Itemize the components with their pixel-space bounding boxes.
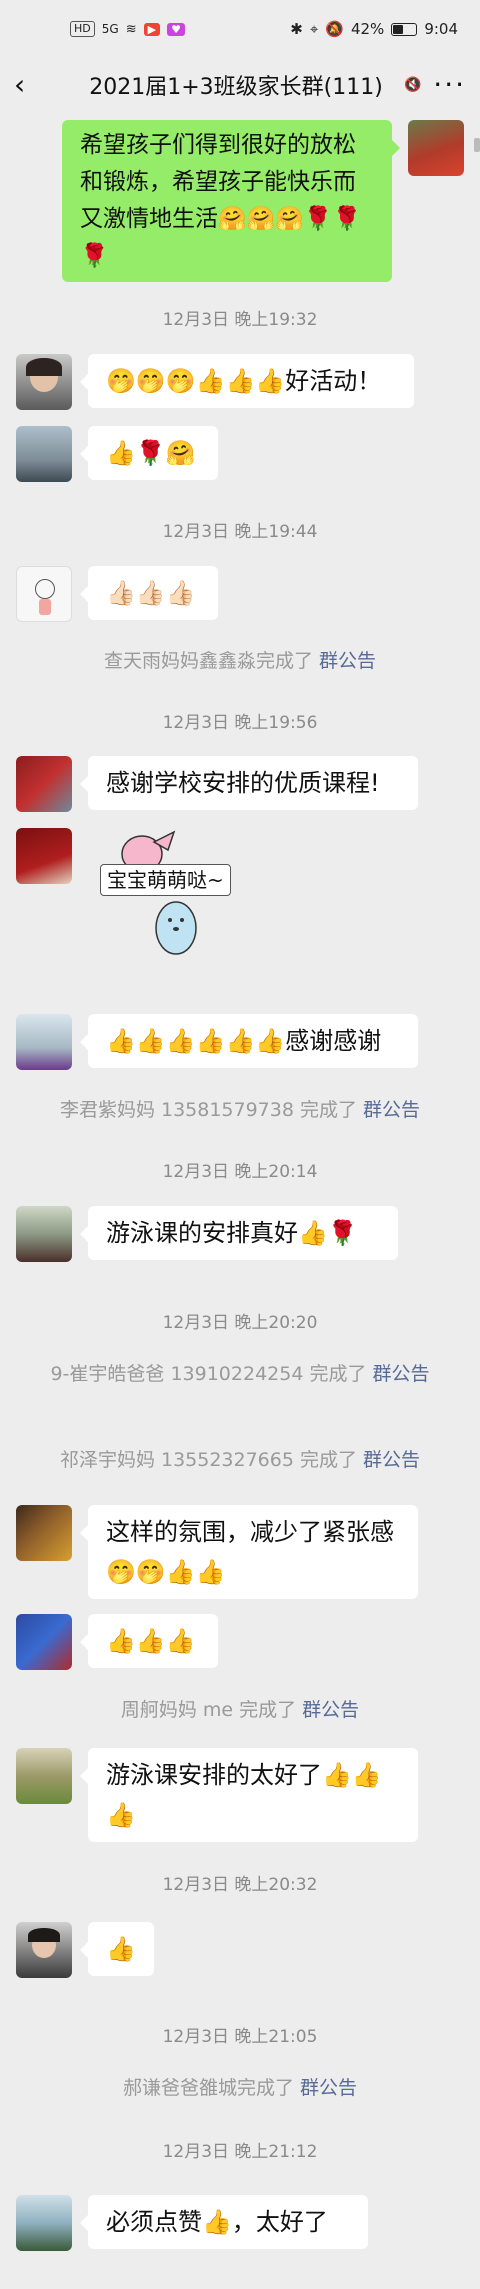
group-notice-message: 祁泽宇妈妈 13552327665 完成了 群公告: [0, 1444, 480, 1476]
timestamp: 12月3日 晚上19:44: [162, 522, 318, 542]
hd-badge: HD: [70, 21, 95, 37]
group-notice-link[interactable]: 群公告: [363, 1099, 420, 1121]
message-bubble[interactable]: 游泳课安排的太好了👍👍👍: [80, 1748, 418, 1842]
message-bubble[interactable]: 感谢学校安排的优质课程!: [80, 756, 418, 810]
group-notice-message: 郝谦爸爸雒城完成了 群公告: [0, 2072, 480, 2104]
message-bubble[interactable]: 🤭🤭🤭👍👍👍好活动！: [80, 354, 414, 408]
avatar[interactable]: [16, 2195, 72, 2251]
timestamp: 12月3日 晚上21:05: [162, 2027, 318, 2047]
group-notice-link[interactable]: 群公告: [363, 1449, 420, 1471]
status-left: HD 5G ≋ ▶ ♥: [70, 21, 185, 37]
app-notification-icon-2: ♥: [167, 22, 185, 36]
avatar[interactable]: [16, 354, 72, 410]
message-bubble[interactable]: 👍👍👍👍👍👍感谢感谢: [80, 1014, 418, 1068]
timestamp: 12月3日 晚上21:12: [162, 2142, 318, 2162]
message-bubble[interactable]: 👍👍👍: [80, 1614, 218, 1668]
chat-title: 2021届1+3班级家长群(111): [89, 75, 383, 100]
avatar[interactable]: [16, 828, 72, 884]
scrollbar[interactable]: [474, 138, 480, 152]
bluetooth-icon: ✱: [290, 20, 303, 38]
avatar[interactable]: [16, 1614, 72, 1670]
avatar[interactable]: [16, 1014, 72, 1070]
group-notice-link[interactable]: 群公告: [319, 650, 376, 672]
notice-text: 查天雨妈妈鑫鑫淼完成了: [103, 650, 320, 672]
message-bubble[interactable]: 必须点赞👍，太好了: [80, 2195, 368, 2249]
group-notice-link[interactable]: 群公告: [302, 1699, 359, 1721]
avatar[interactable]: [16, 426, 72, 482]
sticker[interactable]: 宝宝萌萌哒~: [96, 828, 256, 968]
avatar[interactable]: [16, 1206, 72, 1262]
group-notice-link[interactable]: 群公告: [300, 2077, 357, 2099]
message-bubble[interactable]: 👍: [80, 1922, 154, 1976]
notice-text: 李君紫妈妈 13581579738 完成了: [59, 1099, 364, 1121]
signal-icon: 5G: [101, 22, 119, 36]
sticker-caption: 宝宝萌萌哒~: [100, 864, 231, 896]
mute-icon: 🔇: [404, 77, 422, 93]
more-options-button[interactable]: ···: [424, 71, 466, 99]
message-bubble[interactable]: 👍🏻👍🏻👍🏻: [80, 566, 218, 620]
timestamp: 12月3日 晚上20:20: [162, 1313, 318, 1333]
wifi-icon: ≋: [125, 21, 137, 37]
back-arrow-icon[interactable]: ‹: [14, 71, 44, 99]
chat-header: ‹ 2021届1+3班级家长群(111) 🔇 ···: [0, 58, 480, 112]
timestamp: 12月3日 晚上20:14: [162, 1162, 318, 1182]
avatar[interactable]: [16, 756, 72, 812]
message-bubble[interactable]: 游泳课的安排真好👍🌹: [80, 1206, 398, 1260]
group-notice-message: 周舸妈妈 me 完成了 群公告: [0, 1694, 480, 1726]
location-icon: ⌖: [309, 20, 319, 38]
group-notice-message: 查天雨妈妈鑫鑫淼完成了 群公告: [0, 645, 480, 677]
notice-text: 周舸妈妈 me 完成了: [120, 1699, 303, 1721]
group-notice-message: 李君紫妈妈 13581579738 完成了 群公告: [0, 1094, 480, 1126]
status-right: ✱ ⌖ 🔕 42% 9:04: [290, 20, 458, 38]
group-notice-message: 9-崔宇皓爸爸 13910224254 完成了 群公告: [0, 1358, 480, 1390]
avatar[interactable]: [16, 1505, 72, 1561]
notice-text: 祁泽宇妈妈 13552327665 完成了: [59, 1449, 364, 1471]
message-bubble[interactable]: 👍🌹🤗: [80, 426, 218, 480]
avatar[interactable]: [16, 566, 72, 622]
avatar[interactable]: [16, 1748, 72, 1804]
battery-percent: 42%: [350, 20, 385, 38]
mute-bell-icon: 🔕: [325, 20, 344, 38]
notice-text: 9-崔宇皓爸爸 13910224254 完成了: [50, 1363, 373, 1385]
app-notification-icon: ▶: [143, 22, 161, 36]
timestamp: 12月3日 晚上19:32: [162, 310, 318, 330]
message-bubble[interactable]: 希望孩子们得到很好的放松和锻炼，希望孩子能快乐而又激情地生活🤗🤗🤗🌹🌹🌹: [62, 120, 400, 282]
status-bar: HD 5G ≋ ▶ ♥ ✱ ⌖ 🔕 42% 9:04: [0, 0, 480, 58]
avatar[interactable]: [16, 1922, 72, 1978]
clock: 9:04: [424, 20, 458, 38]
timestamp: 12月3日 晚上19:56: [162, 713, 318, 733]
battery-icon: [391, 22, 418, 36]
message-bubble[interactable]: 这样的氛围，减少了紧张感🤭🤭👍👍: [80, 1505, 418, 1599]
sticker-image: [121, 830, 197, 955]
group-notice-link[interactable]: 群公告: [373, 1363, 430, 1385]
avatar-self[interactable]: [408, 120, 464, 176]
notice-text: 郝谦爸爸雒城完成了: [122, 2077, 301, 2099]
timestamp: 12月3日 晚上20:32: [162, 1875, 318, 1895]
